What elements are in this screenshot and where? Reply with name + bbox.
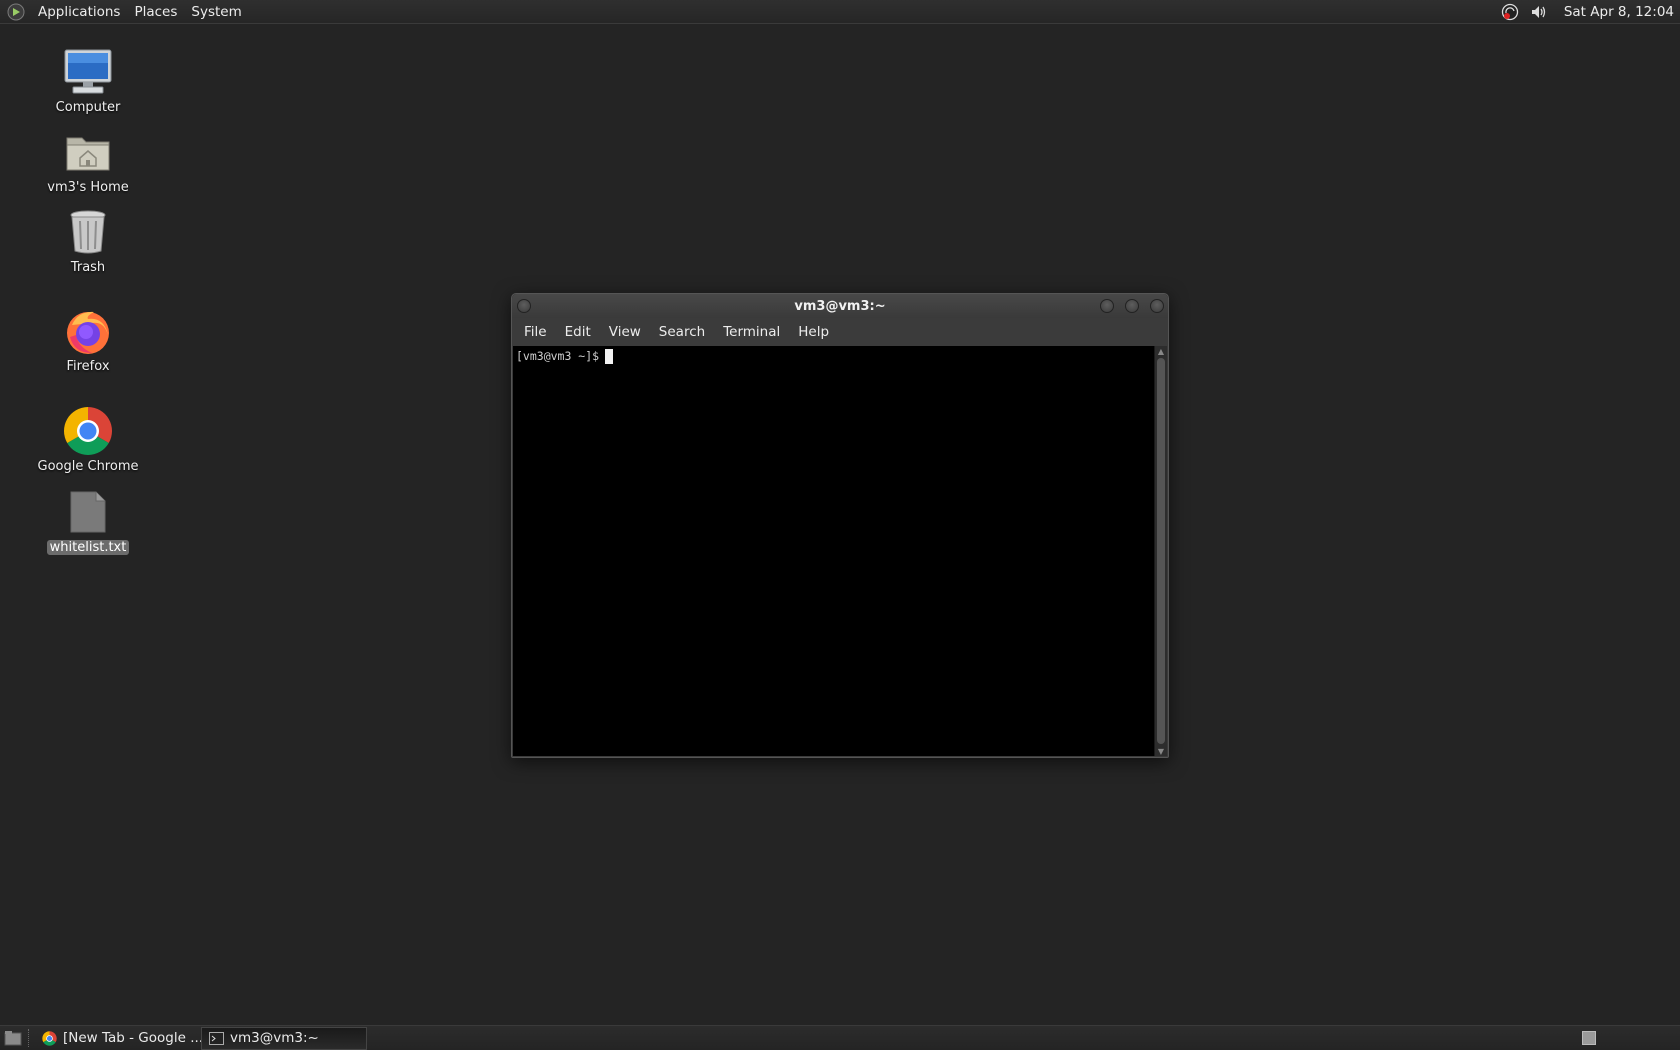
chrome-icon [42,1030,57,1046]
menu-search[interactable]: Search [650,324,714,340]
window-titlebar[interactable]: vm3@vm3:~ [512,294,1168,318]
window-menu-button[interactable] [517,299,531,313]
terminal-window[interactable]: vm3@vm3:~ File Edit View Search Terminal… [511,293,1169,758]
trash-icon [62,206,114,258]
menu-view[interactable]: View [600,324,650,340]
desktop-icon-label: Google Chrome [37,459,139,474]
desktop-icon-computer[interactable]: Computer [33,46,143,115]
taskbar-item-terminal[interactable]: vm3@vm3:~ [201,1026,367,1050]
top-panel: Applications Places System Sat Apr 8, 12… [0,0,1680,24]
text-file-icon [62,486,114,538]
desktop-icon-whitelist-file[interactable]: whitelist.txt [33,486,143,555]
menu-edit[interactable]: Edit [556,324,600,340]
menu-help[interactable]: Help [789,324,838,340]
terminal-icon [208,1030,224,1046]
menu-applications[interactable]: Applications [31,4,127,20]
show-desktop-icon[interactable] [2,1027,24,1049]
scroll-thumb[interactable] [1157,358,1165,744]
close-button[interactable] [1150,299,1164,313]
shell-prompt: [vm3@vm3 ~]$ [516,349,600,363]
volume-icon[interactable] [1528,2,1548,22]
desktop-icon-label: Firefox [66,359,110,374]
desktop-icon-firefox[interactable]: Firefox [33,305,143,374]
menu-system[interactable]: System [184,4,248,20]
taskbar-item-label: [New Tab - Google ... [63,1030,201,1046]
terminal-output[interactable]: [vm3@vm3 ~]$ [513,346,1154,756]
menu-file[interactable]: File [515,324,556,340]
scroll-down-arrow-icon[interactable]: ▼ [1155,746,1167,756]
desktop-icon-label: vm3's Home [47,180,129,195]
desktop-icon-label: Computer [55,100,121,115]
desktop-icon-chrome[interactable]: Google Chrome [33,405,143,474]
scroll-up-arrow-icon[interactable]: ▲ [1155,346,1167,356]
terminal-menubar: File Edit View Search Terminal Help [512,318,1168,346]
terminal-area[interactable]: [vm3@vm3 ~]$ ▲ ▼ [513,346,1167,756]
terminal-scrollbar[interactable]: ▲ ▼ [1154,346,1167,756]
maximize-button[interactable] [1125,299,1139,313]
desktop-icon-label: Trash [70,260,106,275]
minimize-button[interactable] [1100,299,1114,313]
workspace-switcher[interactable] [1582,1031,1596,1045]
desktop-icon-home[interactable]: vm3's Home [33,126,143,195]
firefox-icon [62,305,114,357]
clock[interactable]: Sat Apr 8, 12:04 [1564,4,1674,20]
menu-terminal[interactable]: Terminal [714,324,789,340]
taskbar-item-label: vm3@vm3:~ [230,1030,319,1046]
window-title: vm3@vm3:~ [794,298,886,314]
chrome-icon [62,405,114,457]
distro-logo-icon[interactable] [5,1,27,23]
bottom-panel: [New Tab - Google ... vm3@vm3:~ [0,1025,1680,1050]
system-tray: Sat Apr 8, 12:04 [1496,0,1680,23]
menu-places[interactable]: Places [127,4,184,20]
network-icon[interactable] [1500,2,1520,22]
desktop-icon-trash[interactable]: Trash [33,206,143,275]
home-folder-icon [62,126,114,178]
desktop-icon-label: whitelist.txt [46,540,130,555]
top-menu: Applications Places System [0,0,249,23]
text-cursor [605,349,614,364]
panel-separator [28,1029,32,1047]
computer-icon [62,46,114,98]
taskbar-item-chrome[interactable]: [New Tab - Google ... [36,1027,201,1050]
